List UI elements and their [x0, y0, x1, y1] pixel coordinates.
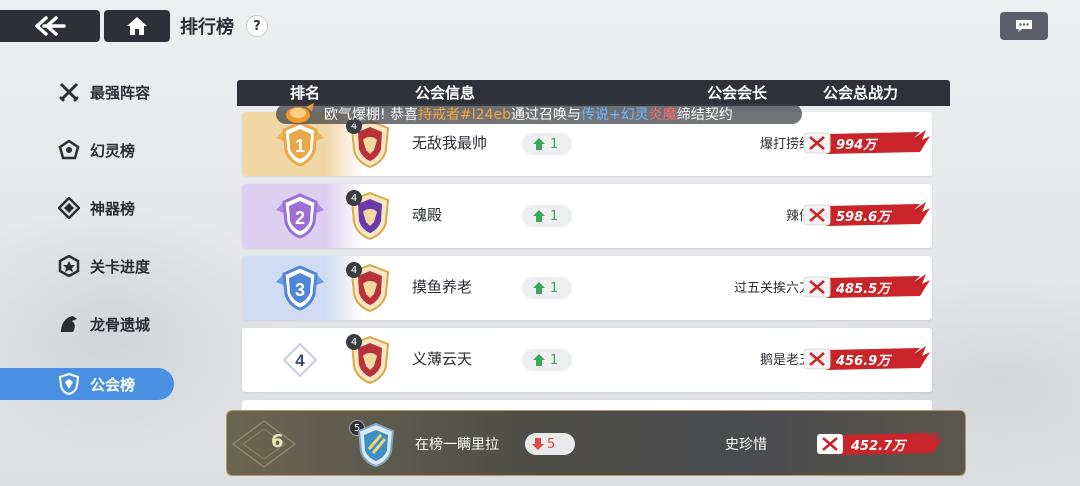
guild-name: 魂殿 [412, 206, 443, 224]
rank-number: 1 [295, 136, 305, 156]
guild-power: 456.9万 [802, 342, 930, 376]
sidebar-item-label: 幻灵榜 [90, 141, 136, 160]
guild-power: 994万 [802, 126, 930, 160]
ranking-table-header: 排名 公会信息 公会会长 公会总战力 [237, 80, 950, 106]
my-guild-trend: 5 [525, 433, 575, 455]
arrow-up-icon [533, 210, 545, 222]
table-row[interactable]: 2 4 魂殿 1 辣仔 598.6万 [242, 184, 932, 248]
stage-icon [58, 255, 80, 277]
rank-number: 2 [295, 208, 305, 228]
rank-frame-icon [231, 420, 297, 468]
chat-button[interactable] [1000, 12, 1048, 40]
sidebar-item-spirit-rank[interactable]: 幻灵榜 [0, 134, 174, 166]
guild-level: 4 [346, 334, 362, 350]
guild-power: 485.5万 [802, 270, 930, 304]
ticker-player: 持戒者#l24eb [418, 107, 511, 123]
chat-bubble-icon [1016, 20, 1032, 32]
my-guild-trend-value: 5 [547, 436, 556, 452]
guild-power-value: 485.5万 [836, 282, 891, 297]
rank-trend: 1 [522, 277, 572, 299]
ticker-prefix: 欧气爆棚! 恭喜 [324, 107, 419, 123]
dragon-icon [58, 313, 80, 335]
ticker-plus: +幻灵 [609, 107, 649, 123]
rank-medal-icon: 1 [276, 121, 324, 167]
rank-trend: 1 [522, 349, 572, 371]
guild-shield-icon [58, 373, 80, 395]
guild-leader: 鹅是老五 [759, 353, 812, 368]
guild-power-value: 456.9万 [836, 354, 891, 369]
crossed-swords-icon [58, 81, 80, 103]
guild-name: 摸鱼养老 [412, 278, 473, 296]
sidebar-item-label: 公会榜 [90, 375, 136, 394]
arrow-up-icon [533, 354, 545, 366]
rank-trend-value: 1 [550, 136, 559, 152]
header-rank: 排名 [290, 84, 321, 102]
rank-trend: 1 [522, 133, 572, 155]
ticker-rarity: 传说 [581, 107, 609, 123]
ticker-mid: 通过召唤与 [511, 107, 581, 123]
sidebar-item-guild-rank[interactable]: 公会榜 [0, 368, 174, 400]
guild-name: 义薄云天 [412, 350, 473, 368]
spirit-icon [58, 139, 80, 161]
sidebar-item-label: 关卡进度 [90, 257, 151, 276]
guild-power-value: 598.6万 [836, 210, 891, 225]
rank-trend-value: 1 [550, 208, 559, 224]
sidebar-item-label: 龙骨遗城 [90, 315, 151, 334]
announcement-icon [286, 103, 314, 123]
sidebar-item-dragon-city[interactable]: 龙骨遗城 [0, 308, 174, 340]
guild-power: 598.6万 [802, 198, 930, 232]
guild-level: 4 [346, 190, 362, 206]
page-title: 排行榜 [180, 17, 234, 38]
home-button[interactable] [104, 10, 170, 42]
ticker-spirit: 炎魔 [648, 107, 677, 123]
table-row[interactable]: 3 4 摸鱼养老 1 过五关挨六刀 485.5万 [242, 256, 932, 320]
table-row[interactable]: 4 4 义薄云天 1 鹅是老五 456.9万 [242, 328, 932, 392]
my-guild-rank: 6 [271, 431, 284, 452]
rank-number: 3 [295, 280, 305, 300]
rank-trend: 1 [522, 205, 572, 227]
my-guild-power: 452.7万 [815, 427, 943, 461]
double-chevron-left-icon [35, 16, 66, 36]
ticker-suffix: 缔结契约 [676, 107, 733, 123]
rank-medal-icon: 3 [276, 265, 324, 311]
my-guild-power-value: 452.7万 [851, 439, 906, 454]
arrow-down-icon [532, 438, 544, 450]
help-button[interactable]: ? [246, 15, 268, 37]
header-power: 公会总战力 [823, 84, 899, 102]
home-icon [127, 17, 147, 35]
sidebar-item-artifact-rank[interactable]: 神器榜 [0, 192, 174, 224]
guild-name: 无敌我最帅 [412, 134, 488, 152]
arrow-up-icon [533, 138, 545, 150]
rank-trend-value: 1 [550, 352, 559, 368]
guild-power-value: 994万 [836, 138, 877, 153]
guild-leader: 爆打捞纪 [759, 137, 812, 152]
guild-emblem-icon [357, 423, 395, 467]
artifact-icon [58, 197, 80, 219]
guild-level: 4 [346, 262, 362, 278]
my-guild-row[interactable]: 6 5 在榜一瞒里拉 5 史珍惜 452.7万 [226, 410, 966, 476]
sidebar-item-label: 最强阵容 [90, 83, 151, 102]
sidebar-item-label: 神器榜 [90, 199, 136, 218]
sidebar-item-stage-progress[interactable]: 关卡进度 [0, 250, 174, 282]
header-leader: 公会会长 [707, 84, 768, 102]
rank-diamond-icon: 4 [282, 342, 318, 378]
arrow-up-icon [533, 282, 545, 294]
my-guild-leader: 史珍惜 [725, 437, 767, 453]
rank-medal-icon: 2 [276, 193, 324, 239]
top-bar: 排行榜 ? [0, 10, 268, 42]
back-button[interactable] [0, 10, 100, 42]
announcement-ticker: 欧气爆棚! 恭喜 持戒者#l24eb 通过召唤与 传说 +幻灵 炎魔 缔结契约 [276, 103, 802, 124]
header-guild-info: 公会信息 [415, 84, 476, 102]
sidebar-item-strongest-lineup[interactable]: 最强阵容 [0, 76, 174, 108]
rank-number: 4 [295, 351, 305, 370]
my-guild-name: 在榜一瞒里拉 [415, 437, 499, 453]
rank-trend-value: 1 [550, 280, 559, 296]
guild-leader: 辣仔 [785, 209, 812, 224]
guild-leader: 过五关挨六刀 [733, 281, 812, 296]
